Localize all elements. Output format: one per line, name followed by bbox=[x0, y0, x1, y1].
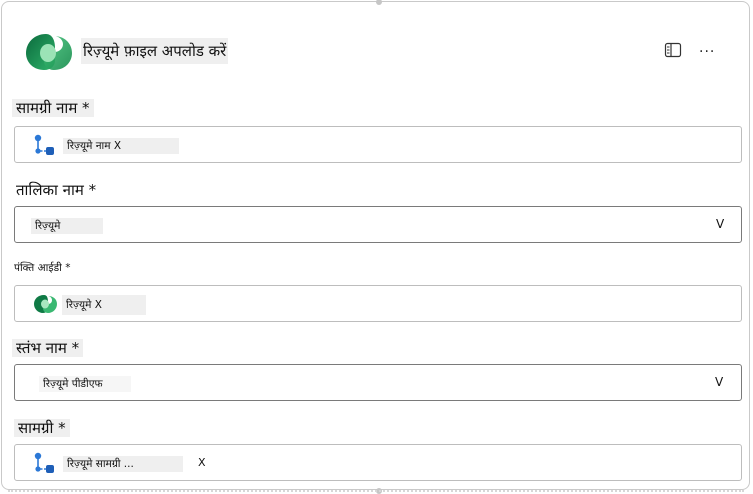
connector-dot-top bbox=[376, 0, 382, 5]
more-options-button[interactable]: ... bbox=[699, 40, 715, 56]
content-token[interactable]: रिज़्यूमे सामग्री ... bbox=[63, 456, 183, 472]
content-name-field[interactable]: रिज़्यूमे नाम X bbox=[14, 126, 742, 163]
table-name-value: रिज़्यूमे bbox=[31, 218, 103, 234]
content-name-label: सामग्री नाम * bbox=[12, 99, 94, 117]
card-header: रिज़्यूमे फ़ाइल अपलोड करें ... bbox=[24, 30, 734, 74]
column-name-label: स्तंभ नाम * bbox=[12, 339, 84, 357]
table-name-label: तालिका नाम * bbox=[12, 181, 101, 199]
chevron-down-icon[interactable]: V bbox=[716, 217, 724, 231]
column-name-select[interactable]: रिज़्यूमे पीडीएफ V bbox=[14, 364, 742, 401]
column-name-value: रिज़्यूमे पीडीएफ bbox=[39, 376, 131, 392]
dataverse-logo-icon bbox=[26, 34, 72, 70]
table-name-select[interactable]: रिज़्यूमे V bbox=[14, 206, 742, 243]
content-label: सामग्री * bbox=[14, 419, 70, 437]
dataverse-icon bbox=[34, 295, 57, 313]
remove-token-button[interactable]: X bbox=[198, 456, 206, 469]
flow-icon bbox=[34, 134, 54, 155]
flow-icon bbox=[34, 452, 54, 473]
row-id-token[interactable]: रिज़्यूमे X bbox=[62, 295, 146, 315]
scroll-divider bbox=[8, 490, 744, 492]
panel-toggle-icon[interactable] bbox=[664, 41, 682, 59]
chevron-down-icon[interactable]: V bbox=[715, 375, 723, 389]
action-card: रिज़्यूमे फ़ाइल अपलोड करें ... सामग्री न… bbox=[1, 0, 750, 494]
content-name-token[interactable]: रिज़्यूमे नाम X bbox=[63, 138, 179, 154]
row-id-label: पंक्ति आईडी * bbox=[14, 262, 71, 274]
content-field[interactable]: रिज़्यूमे सामग्री ... X bbox=[14, 444, 742, 481]
card-title: रिज़्यूमे फ़ाइल अपलोड करें bbox=[81, 38, 229, 64]
row-id-field[interactable]: रिज़्यूमे X bbox=[14, 285, 742, 322]
